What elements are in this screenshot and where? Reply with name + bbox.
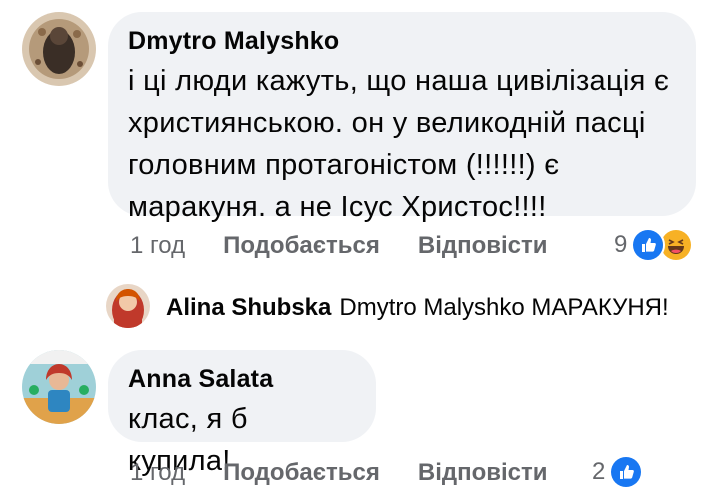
- comment-text-line: і ці люди кажуть, що наша цивілізація є: [128, 65, 670, 97]
- like-button[interactable]: Подобається: [223, 459, 380, 487]
- comment-timestamp[interactable]: 1 год: [130, 232, 185, 260]
- reaction-count: 9: [614, 231, 628, 258]
- comment-text-line: християнською. он у великодній пасці: [128, 107, 646, 139]
- comment-actions: 1 год Подобається Відповісти: [130, 459, 586, 487]
- avatar-anna[interactable]: [22, 350, 96, 424]
- comment-author[interactable]: Dmytro Malyshko: [128, 26, 676, 56]
- like-icon: [631, 228, 666, 262]
- comment-actions: 1 год Подобається Відповісти: [130, 232, 586, 260]
- reply-button[interactable]: Відповісти: [418, 459, 548, 487]
- avatar-dmytro[interactable]: [22, 12, 96, 86]
- comment-text-line: головним протагоністом (!!!!!!) є: [128, 149, 560, 181]
- reaction-count: 2: [592, 458, 606, 485]
- comment-author[interactable]: Anna Salata: [128, 364, 356, 394]
- like-icon: [609, 455, 644, 489]
- reply-author[interactable]: Alina Shubska: [166, 294, 331, 321]
- comment-timestamp[interactable]: 1 год: [130, 459, 185, 487]
- reply-text: Dmytro Malyshko МАРАКУНЯ!: [339, 294, 669, 321]
- reactions-summary[interactable]: 2: [592, 455, 644, 489]
- comment-text-line: маракуня. а не Ісус Христос!!!!: [128, 191, 547, 223]
- reply-button[interactable]: Відповісти: [418, 232, 548, 260]
- comment-bubble-dmytro: Dmytro Malyshko і ці люди кажуть, що наш…: [108, 12, 696, 223]
- reactions-summary[interactable]: 9: [614, 228, 694, 262]
- avatar-alina[interactable]: [106, 284, 150, 328]
- like-button[interactable]: Подобається: [223, 232, 380, 260]
- comment-bubble-anna: Anna Salata клас, я б купила!: [108, 350, 376, 477]
- reply-comment: Alina Shubska Dmytro Malyshko МАРАКУНЯ!: [166, 294, 669, 322]
